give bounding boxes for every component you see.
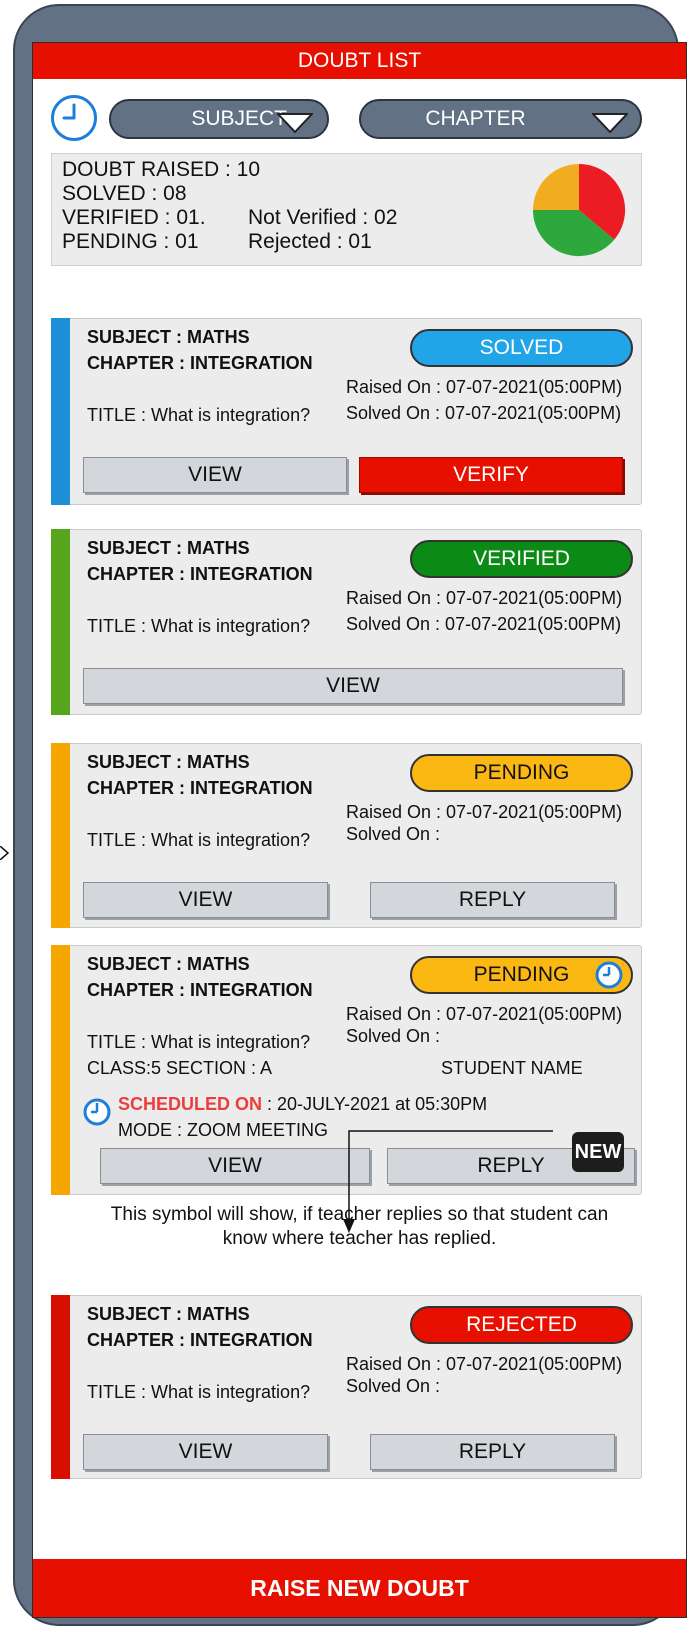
reply-button[interactable]: REPLY — [370, 882, 615, 918]
card-subject: SUBJECT : MATHS — [87, 1304, 250, 1324]
student-name: STUDENT NAME — [441, 1058, 583, 1078]
page-title: DOUBT LIST — [33, 43, 686, 79]
solved-on: Solved On : 07-07-2021(05:00PM) — [346, 403, 622, 423]
chapter-dropdown-label: CHAPTER — [425, 107, 526, 130]
doubt-list-screen: DOUBT LIST SUBJECT CHAPTER DOUBT RAISED … — [32, 42, 687, 1618]
raise-new-doubt-button[interactable]: RAISE NEW DOUBT — [33, 1559, 686, 1617]
raised-on: Raised On : 07-07-2021(05:00PM) — [346, 1354, 623, 1374]
status-strip — [51, 1295, 70, 1479]
status-strip — [51, 743, 70, 928]
doubt-card-rejected: SUBJECT : MATHS CHAPTER : INTEGRATION RE… — [51, 1295, 642, 1479]
reply-symbol-note-line1: This symbol will show, if teacher replie… — [110, 1204, 609, 1225]
doubt-title: TITLE : What is integration? — [87, 405, 311, 425]
view-button[interactable]: VIEW — [83, 1434, 328, 1470]
reply-symbol-note-line2: know where teacher has replied. — [222, 1228, 497, 1249]
doubt-stats-panel: DOUBT RAISED : 10 SOLVED : 08 VERIFIED :… — [51, 153, 642, 266]
view-button[interactable]: VIEW — [83, 668, 623, 704]
doubt-title: TITLE : What is integration? — [87, 1032, 311, 1052]
stat-verified: VERIFIED : 01. — [62, 206, 206, 229]
card-chapter: CHAPTER : INTEGRATION — [87, 980, 313, 1000]
new-badge-icon: NEW — [572, 1132, 624, 1172]
status-badge: PENDING — [410, 754, 633, 792]
status-badge: PENDING — [410, 956, 633, 994]
stat-not-verified: Not Verified : 02 — [248, 206, 398, 229]
status-badge-label: PENDING — [473, 963, 570, 986]
triangle-down-icon — [275, 109, 315, 145]
raised-on: Raised On : 07-07-2021(05:00PM) — [346, 1004, 623, 1024]
raised-on: Raised On : 07-07-2021(05:00PM) — [346, 588, 623, 608]
scheduled-on-label: SCHEDULED ON — [118, 1094, 263, 1114]
status-strip — [51, 945, 70, 1195]
scheduled-on: SCHEDULED ON : 20-JULY-2021 at 05:30PM — [118, 1094, 487, 1115]
doubt-card-pending: SUBJECT : MATHS CHAPTER : INTEGRATION PE… — [51, 743, 642, 928]
view-button[interactable]: VIEW — [83, 457, 347, 493]
solved-on: Solved On : — [346, 1376, 441, 1396]
card-subject: SUBJECT : MATHS — [87, 752, 250, 772]
card-chapter: CHAPTER : INTEGRATION — [87, 353, 313, 373]
status-badge: REJECTED — [410, 1306, 633, 1344]
clock-icon[interactable] — [51, 95, 97, 141]
clock-icon — [595, 961, 623, 989]
solved-on: Solved On : — [346, 824, 441, 844]
subject-dropdown[interactable]: SUBJECT — [109, 99, 329, 139]
triangle-down-icon — [590, 109, 630, 145]
chapter-dropdown[interactable]: CHAPTER — [359, 99, 642, 139]
subject-dropdown-label: SUBJECT — [191, 107, 287, 130]
doubt-title: TITLE : What is integration? — [87, 1382, 311, 1402]
pie-slice-orange — [533, 164, 579, 210]
reply-button[interactable]: REPLY — [370, 1434, 615, 1470]
card-chapter: CHAPTER : INTEGRATION — [87, 1330, 313, 1350]
status-strip — [51, 529, 70, 715]
card-subject: SUBJECT : MATHS — [87, 954, 250, 974]
raised-on: Raised On : 07-07-2021(05:00PM) — [346, 377, 623, 397]
raised-on: Raised On : 07-07-2021(05:00PM) — [346, 802, 623, 822]
verify-button[interactable]: VERIFY — [359, 457, 623, 493]
card-chapter: CHAPTER : INTEGRATION — [87, 778, 313, 798]
status-badge: SOLVED — [410, 329, 633, 367]
status-strip — [51, 318, 70, 505]
solved-on: Solved On : — [346, 1026, 441, 1046]
stat-rejected: Rejected : 01 — [248, 230, 372, 253]
view-button[interactable]: VIEW — [83, 882, 328, 918]
stats-pie-chart — [532, 163, 626, 257]
card-subject: SUBJECT : MATHS — [87, 327, 250, 347]
scheduled-on-value: : 20-JULY-2021 at 05:30PM — [262, 1094, 488, 1114]
stat-pending: PENDING : 01 — [62, 230, 199, 253]
doubt-card-verified: SUBJECT : MATHS CHAPTER : INTEGRATION VE… — [51, 529, 642, 715]
card-subject: SUBJECT : MATHS — [87, 538, 250, 558]
doubt-title: TITLE : What is integration? — [87, 616, 311, 636]
doubt-title: TITLE : What is integration? — [87, 830, 311, 850]
doubt-card-solved: SUBJECT : MATHS CHAPTER : INTEGRATION SO… — [51, 318, 642, 505]
solved-on: Solved On : 07-07-2021(05:00PM) — [346, 614, 622, 634]
connector-arrow-icon — [0, 845, 10, 863]
card-chapter: CHAPTER : INTEGRATION — [87, 564, 313, 584]
class-section: CLASS:5 SECTION : A — [87, 1058, 273, 1078]
status-badge: VERIFIED — [410, 540, 633, 578]
meeting-mode: MODE : ZOOM MEETING — [118, 1120, 328, 1140]
clock-icon — [83, 1098, 111, 1126]
